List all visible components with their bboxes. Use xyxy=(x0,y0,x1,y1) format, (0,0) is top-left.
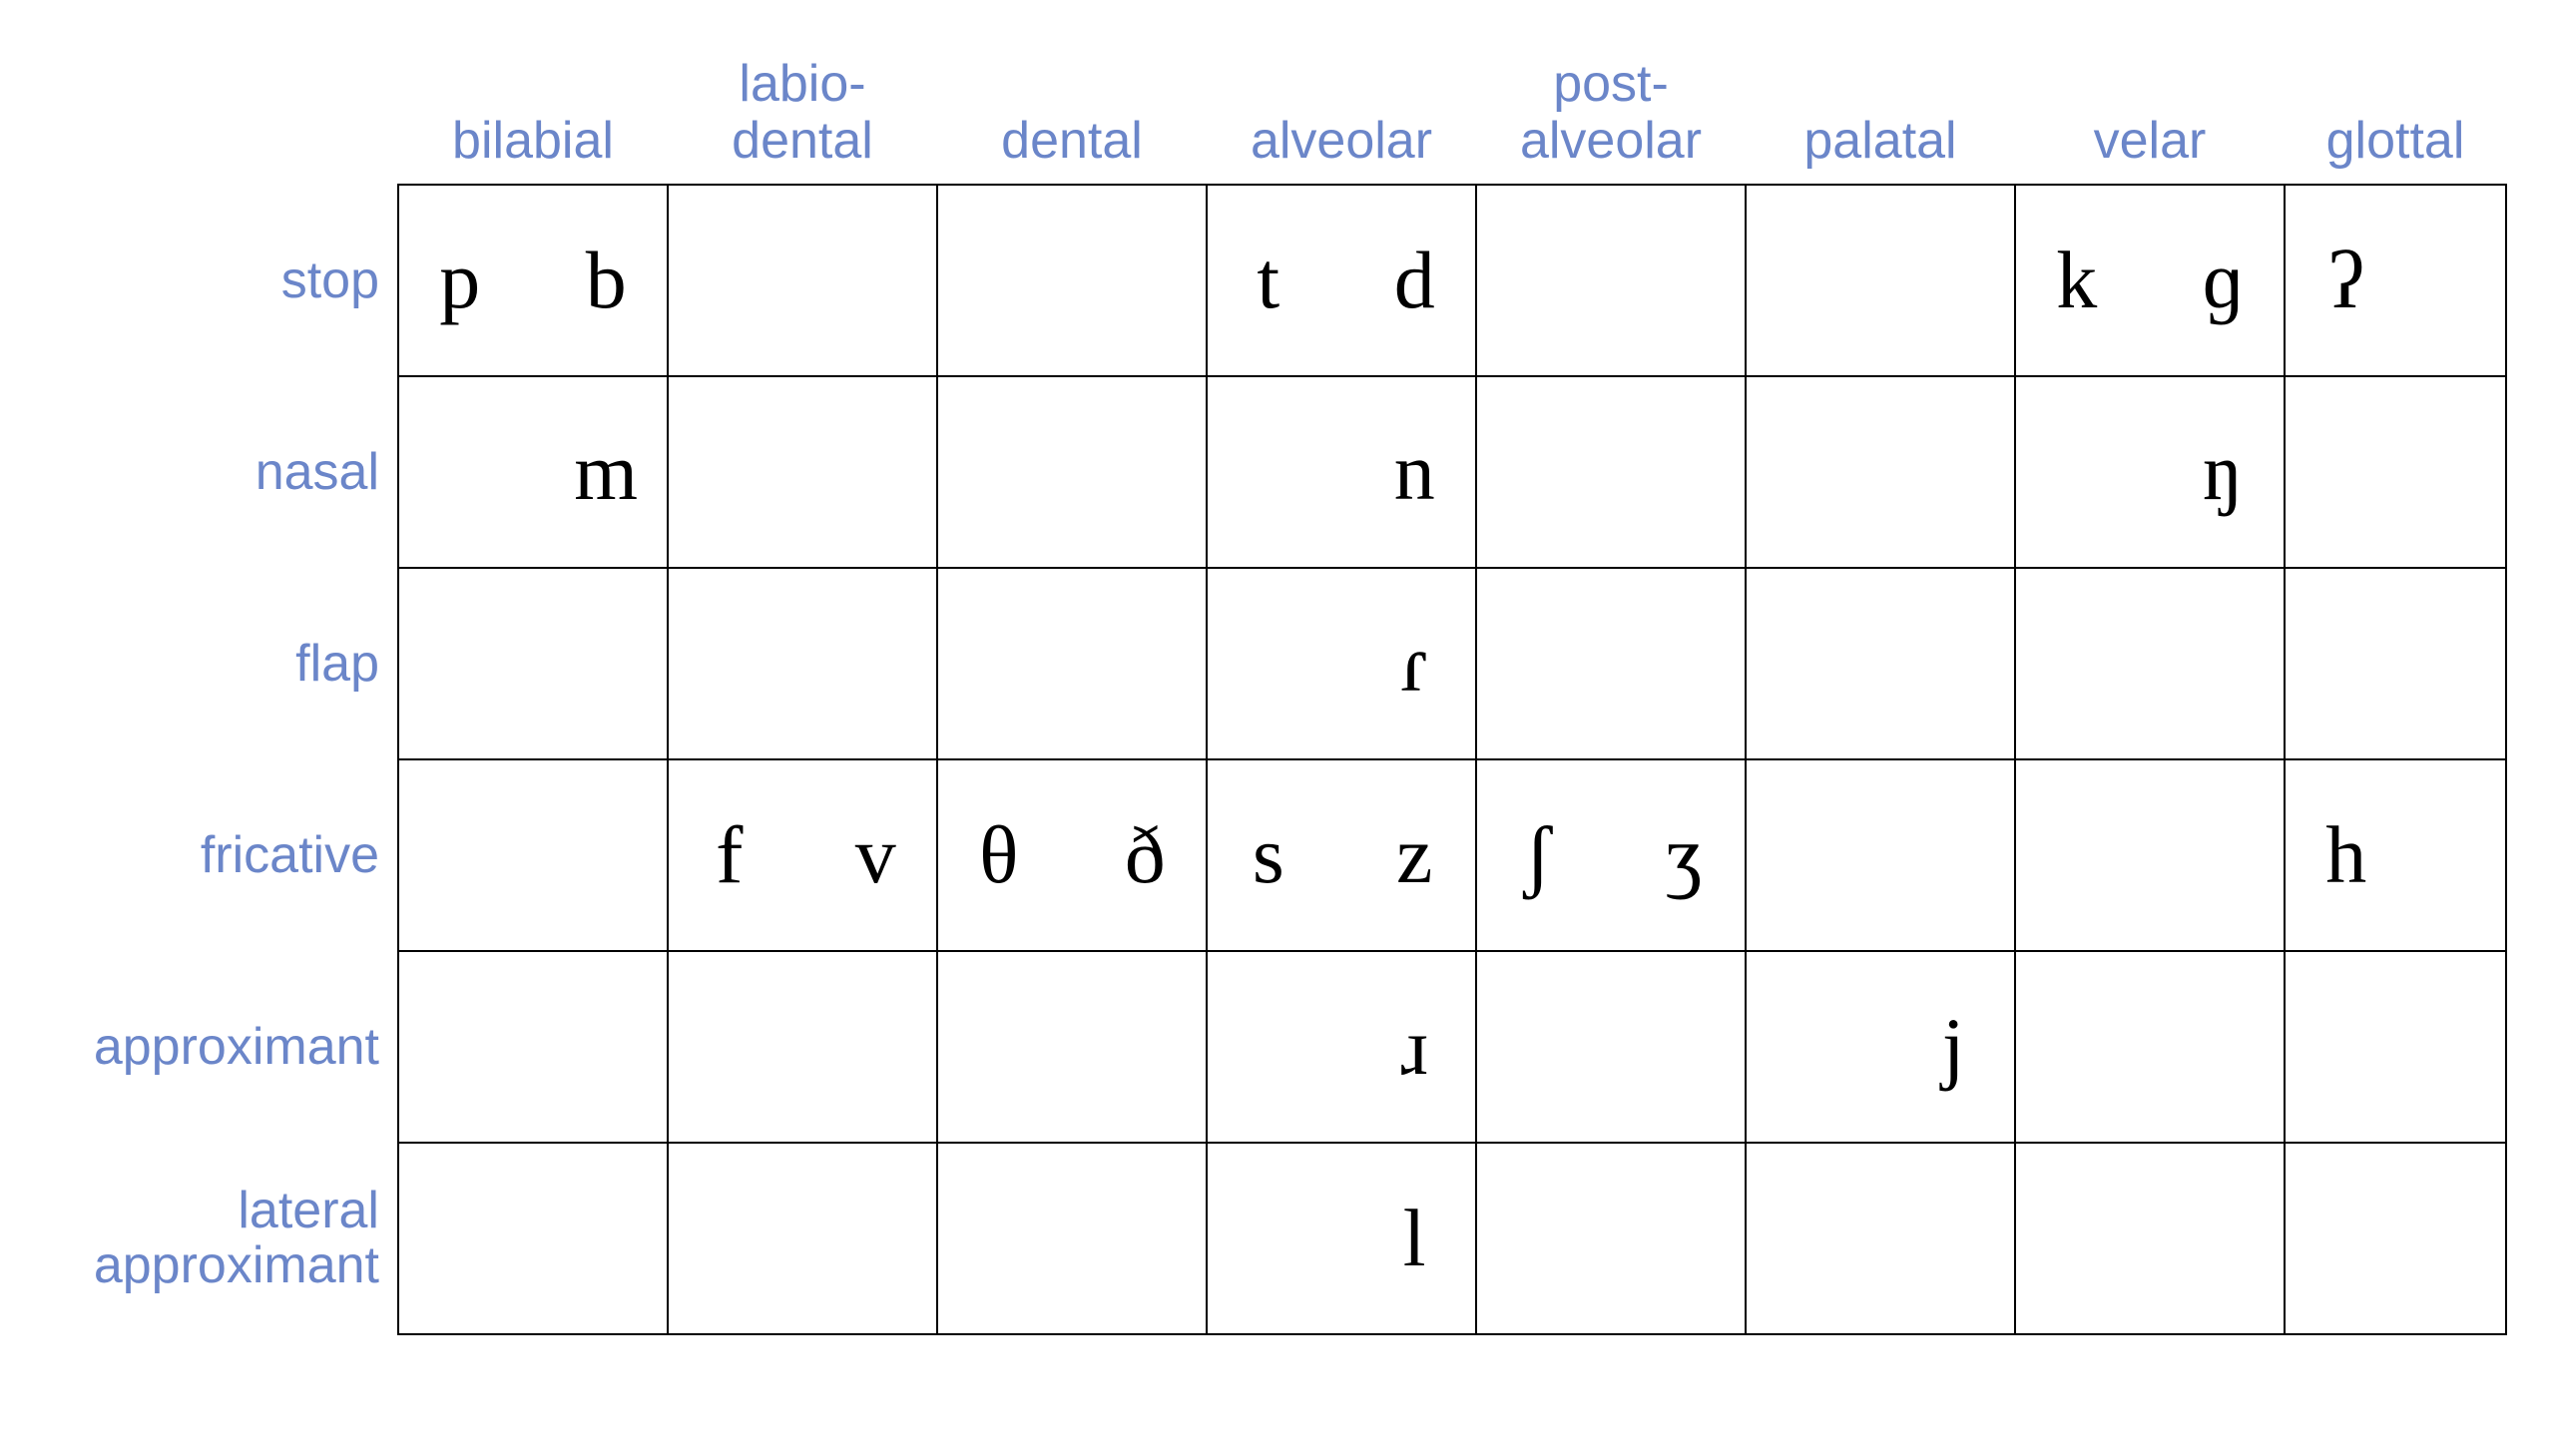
voiced: j xyxy=(1920,1006,1986,1088)
cell-approximant-postalveolar xyxy=(1476,951,1746,1143)
cell-approximant-alveolar: ɹ xyxy=(1207,951,1476,1143)
cell-lateral-approximant-glottal xyxy=(2285,1143,2506,1334)
voiced: z xyxy=(1381,814,1447,896)
cell-flap-bilabial xyxy=(398,568,668,759)
cell-stop-labiodental xyxy=(668,185,937,376)
voiceless: f xyxy=(697,814,763,896)
cell-fricative-labiodental: fv xyxy=(668,759,937,951)
col-header-glottal: glottal xyxy=(2285,0,2506,185)
col-header-dental: dental xyxy=(937,0,1207,185)
cell-lateral-approximant-alveolar: l xyxy=(1207,1143,1476,1334)
voiceless: ʔ xyxy=(2313,240,2379,321)
cell-approximant-palatal: j xyxy=(1746,951,2015,1143)
cell-fricative-glottal: h xyxy=(2285,759,2506,951)
cell-stop-alveolar: td xyxy=(1207,185,1476,376)
cell-nasal-bilabial: m xyxy=(398,376,668,568)
cell-flap-labiodental xyxy=(668,568,937,759)
voiceless: θ xyxy=(966,814,1032,896)
cell-lateral-approximant-bilabial xyxy=(398,1143,668,1334)
cell-flap-palatal xyxy=(1746,568,2015,759)
row-header-stop: stop xyxy=(50,185,398,376)
cell-stop-bilabial: pb xyxy=(398,185,668,376)
cell-nasal-labiodental xyxy=(668,376,937,568)
voiced: ð xyxy=(1112,814,1178,896)
cell-approximant-dental xyxy=(937,951,1207,1143)
row-header-nasal: nasal xyxy=(50,376,398,568)
cell-stop-postalveolar xyxy=(1476,185,1746,376)
row-header-fricative: fricative xyxy=(50,759,398,951)
cell-nasal-alveolar: n xyxy=(1207,376,1476,568)
voiced: d xyxy=(1381,240,1447,321)
cell-flap-alveolar: ɾ xyxy=(1207,568,1476,759)
cell-flap-velar xyxy=(2015,568,2285,759)
cell-nasal-glottal xyxy=(2285,376,2506,568)
row-header-flap: flap xyxy=(50,568,398,759)
cell-stop-palatal xyxy=(1746,185,2015,376)
col-header-velar: velar xyxy=(2015,0,2285,185)
voiced: b xyxy=(573,240,639,321)
row-header-lateral-approximant: lateral approximant xyxy=(50,1143,398,1334)
voiced: v xyxy=(842,814,908,896)
cell-fricative-postalveolar: ʃʒ xyxy=(1476,759,1746,951)
cell-nasal-velar: ŋ xyxy=(2015,376,2285,568)
voiceless: p xyxy=(427,240,493,321)
voiced: ʒ xyxy=(1651,814,1717,896)
cell-stop-dental xyxy=(937,185,1207,376)
voiced: m xyxy=(573,431,639,513)
voiceless: ʃ xyxy=(1505,814,1571,896)
voiceless: k xyxy=(2044,240,2110,321)
voiceless: h xyxy=(2313,814,2379,896)
cell-fricative-dental: θð xyxy=(937,759,1207,951)
cell-flap-dental xyxy=(937,568,1207,759)
cell-fricative-velar xyxy=(2015,759,2285,951)
cell-lateral-approximant-velar xyxy=(2015,1143,2285,1334)
col-header-labiodental: labio- dental xyxy=(668,0,937,185)
voiced: ɹ xyxy=(1381,1006,1447,1088)
cell-nasal-postalveolar xyxy=(1476,376,1746,568)
cell-approximant-bilabial xyxy=(398,951,668,1143)
consonant-table: bilabial labio- dental dental alveolar p… xyxy=(50,0,2507,1335)
voiced: ɡ xyxy=(2190,240,2256,321)
cell-lateral-approximant-palatal xyxy=(1746,1143,2015,1334)
voiceless: s xyxy=(1236,814,1301,896)
row-header-approximant: approximant xyxy=(50,951,398,1143)
col-header-palatal: palatal xyxy=(1746,0,2015,185)
col-header-postalveolar: post- alveolar xyxy=(1476,0,1746,185)
cell-approximant-glottal xyxy=(2285,951,2506,1143)
cell-flap-postalveolar xyxy=(1476,568,1746,759)
cell-stop-velar: kɡ xyxy=(2015,185,2285,376)
cell-lateral-approximant-labiodental xyxy=(668,1143,937,1334)
voiceless: t xyxy=(1236,240,1301,321)
voiced: ɾ xyxy=(1381,623,1447,705)
cell-nasal-dental xyxy=(937,376,1207,568)
col-header-alveolar: alveolar xyxy=(1207,0,1476,185)
voiced: n xyxy=(1381,431,1447,513)
cell-fricative-palatal xyxy=(1746,759,2015,951)
cell-fricative-bilabial xyxy=(398,759,668,951)
voiced: l xyxy=(1381,1198,1447,1279)
cell-lateral-approximant-dental xyxy=(937,1143,1207,1334)
cell-stop-glottal: ʔ xyxy=(2285,185,2506,376)
cell-flap-glottal xyxy=(2285,568,2506,759)
col-header-bilabial: bilabial xyxy=(398,0,668,185)
cell-fricative-alveolar: sz xyxy=(1207,759,1476,951)
voiced: ŋ xyxy=(2190,431,2256,513)
consonant-chart: bilabial labio- dental dental alveolar p… xyxy=(50,0,2507,1335)
cell-approximant-labiodental xyxy=(668,951,937,1143)
cell-approximant-velar xyxy=(2015,951,2285,1143)
cell-lateral-approximant-postalveolar xyxy=(1476,1143,1746,1334)
table-corner xyxy=(50,0,398,185)
cell-nasal-palatal xyxy=(1746,376,2015,568)
